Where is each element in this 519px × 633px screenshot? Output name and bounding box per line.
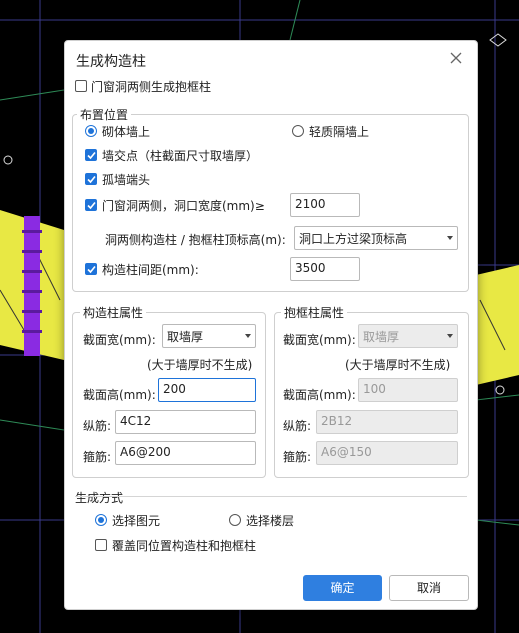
opening-sides-checkbox[interactable]: [85, 199, 97, 211]
frame-height-label: 截面高(mm):: [283, 388, 356, 402]
column-width-value: 取墙厚: [167, 330, 204, 344]
isolated-wall-end-checkbox[interactable]: [85, 173, 97, 185]
chevron-down-icon: [245, 334, 251, 338]
door-window-frame-checkbox[interactable]: [75, 80, 87, 92]
opening-sides-label: 门窗洞两侧，洞口宽度(mm)≥: [102, 199, 265, 213]
column-spacing-input[interactable]: 3500: [290, 257, 360, 281]
column-properties-legend: 构造柱属性: [80, 304, 147, 321]
layout-position-legend: 布置位置: [77, 106, 132, 123]
frame-long-bar-label: 纵筋:: [283, 419, 312, 433]
wall-intersection-label: 墙交点（柱截面尺寸取墙厚）: [102, 149, 259, 163]
frame-long-bar-input[interactable]: 2B12: [316, 410, 458, 434]
overwrite-checkbox[interactable]: [95, 539, 107, 551]
select-elements-radio[interactable]: [95, 514, 107, 526]
frame-properties-legend: 抱框柱属性: [281, 304, 348, 321]
frame-height-input[interactable]: 100: [358, 378, 458, 402]
column-stirrup-label: 箍筋:: [83, 450, 112, 464]
divider: [75, 496, 467, 497]
generate-column-dialog: 生成构造柱 门窗洞两侧生成抱框柱 布置位置 砌体墙上 轻质隔墙上 墙交点（柱截面…: [64, 40, 478, 610]
column-spacing-label: 构造柱间距(mm):: [102, 263, 199, 277]
frame-stirrup-label: 箍筋:: [283, 450, 312, 464]
frame-width-value: 取墙厚: [363, 330, 400, 344]
overwrite-label: 覆盖同位置构造柱和抱框柱: [112, 539, 257, 553]
top-elevation-select[interactable]: 洞口上方过梁顶标高: [294, 226, 458, 250]
frame-stirrup-input[interactable]: A6@150: [316, 441, 458, 465]
top-elevation-label: 洞两侧构造柱 / 抱框柱顶标高(m):: [105, 233, 286, 247]
light-partition-radio[interactable]: [292, 125, 304, 137]
close-icon[interactable]: [447, 49, 465, 67]
isolated-wall-end-label: 孤墙端头: [102, 173, 151, 187]
frame-width-select[interactable]: 取墙厚: [358, 324, 458, 348]
chevron-down-icon: [447, 334, 453, 338]
dialog-title: 生成构造柱: [76, 54, 146, 70]
column-width-label: 截面宽(mm):: [83, 333, 156, 347]
chevron-down-icon: [447, 236, 453, 240]
ok-button[interactable]: 确定: [303, 575, 382, 601]
generation-mode-legend: 生成方式: [75, 491, 124, 505]
door-window-frame-label: 门窗洞两侧生成抱框柱: [91, 80, 212, 94]
frame-width-label: 截面宽(mm):: [283, 333, 356, 347]
masonry-wall-label: 砌体墙上: [102, 125, 151, 139]
masonry-wall-radio[interactable]: [85, 125, 97, 137]
column-long-bar-label: 纵筋:: [83, 419, 112, 433]
wall-intersection-checkbox[interactable]: [85, 149, 97, 161]
column-height-label: 截面高(mm):: [83, 388, 156, 402]
column-width-select[interactable]: 取墙厚: [162, 324, 256, 348]
frame-width-note: (大于墙厚时不生成): [345, 358, 451, 372]
light-partition-label: 轻质隔墙上: [309, 125, 370, 139]
column-height-input[interactable]: 200: [158, 378, 256, 402]
select-elements-label: 选择图元: [112, 514, 161, 528]
column-width-note: (大于墙厚时不生成): [147, 358, 253, 372]
select-floors-radio[interactable]: [229, 514, 241, 526]
column-long-bar-input[interactable]: 4C12: [115, 410, 256, 434]
cancel-button[interactable]: 取消: [389, 575, 469, 601]
top-elevation-value: 洞口上方过梁顶标高: [299, 232, 408, 246]
select-floors-label: 选择楼层: [246, 514, 295, 528]
opening-width-input[interactable]: 2100: [290, 193, 360, 217]
column-spacing-checkbox[interactable]: [85, 263, 97, 275]
column-stirrup-input[interactable]: A6@200: [115, 441, 256, 465]
